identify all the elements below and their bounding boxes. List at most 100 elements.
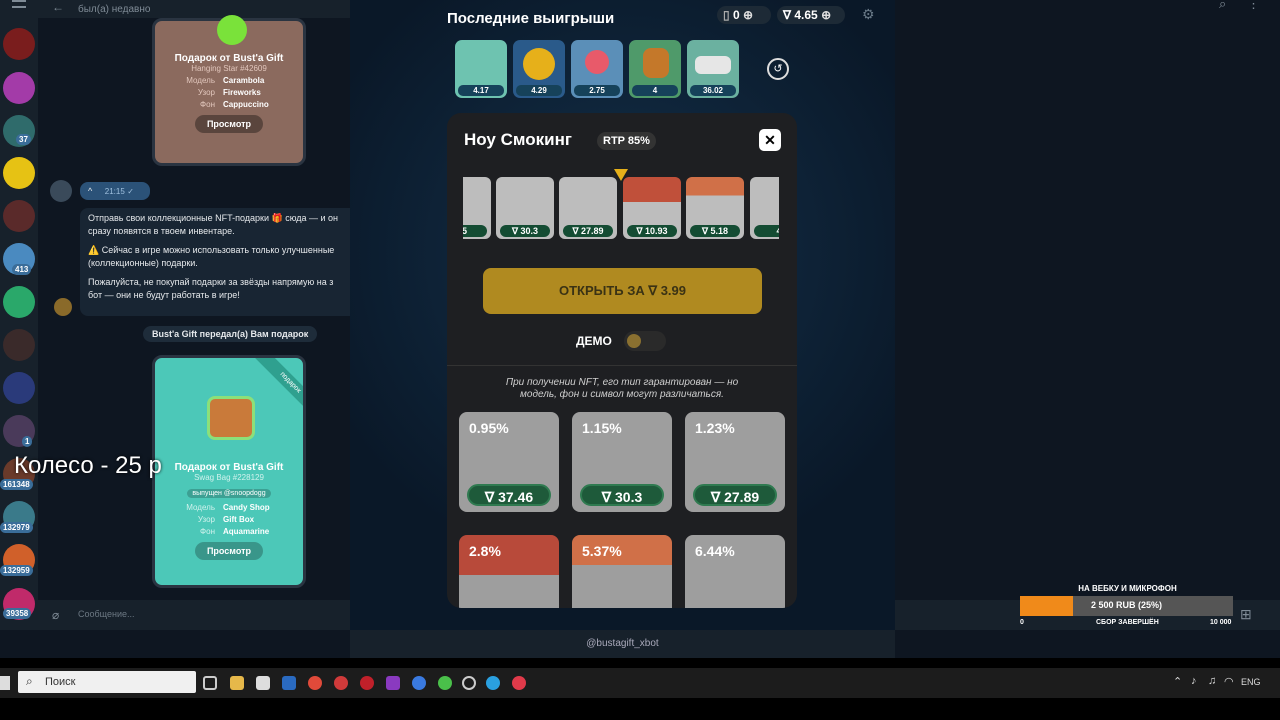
unread-badge: 132959 — [0, 565, 33, 576]
gift-title: Подарок от Bust'a Gift — [174, 53, 284, 64]
recent-win[interactable]: 4.29 — [513, 40, 565, 98]
yandex-browser-icon[interactable] — [512, 676, 526, 690]
prize-card[interactable]: 1.15% ∇ 30.3 — [572, 412, 672, 512]
dog-icon — [643, 48, 669, 78]
app-circle-icon[interactable] — [462, 676, 476, 690]
attach-icon[interactable]: ⌀ — [52, 608, 59, 622]
reel-item: 45 — [463, 177, 491, 239]
avatar-chat-8[interactable] — [3, 329, 35, 361]
windows-taskbar: ⌕ Поиск ⌃ ♪ ♫ ◠ ENG — [0, 668, 1280, 698]
unread-badge: 161348 — [0, 479, 33, 490]
lollipop-icon — [585, 50, 609, 74]
win-value: 2.75 — [574, 85, 620, 96]
gift-card: Подарок от Bust'a Gift Hanging Star #426… — [152, 15, 306, 166]
recent-win[interactable]: 36.02 — [687, 40, 739, 98]
view-gift-button[interactable]: Просмотр — [194, 115, 264, 133]
unread-badge: 37 — [16, 134, 31, 145]
message-paragraph: ⚠️ Сейчас в игре можно использовать толь… — [88, 245, 335, 268]
bot-footer: @bustagift_xbot — [350, 630, 895, 658]
case-title: Ноу Смокинг — [464, 130, 572, 149]
settings-icon[interactable]: ⚙ — [862, 6, 875, 23]
avatar-santa[interactable] — [3, 28, 35, 60]
language-indicator[interactable]: ENG — [1241, 677, 1261, 687]
gift-attr-row: Узор Gift Box — [197, 515, 255, 524]
view-gift-button[interactable]: Просмотр — [194, 542, 264, 560]
app-colorful-icon[interactable] — [438, 676, 452, 690]
win-value: 36.02 — [690, 85, 736, 96]
microphone-icon[interactable]: ♪ — [1191, 675, 1197, 687]
diamond-icon — [523, 48, 555, 80]
search-icon[interactable]: ⌕ — [1219, 0, 1226, 12]
donation-status: СБОР ЗАВЕРШЁН — [1096, 619, 1159, 626]
tray-chevron-icon[interactable]: ⌃ — [1173, 675, 1182, 688]
unread-badge: 132979 — [0, 522, 33, 533]
message-bubble-short: ^ 21:15 ✓ — [80, 182, 150, 200]
donation-amount: 2 500 RUB (25%) — [1090, 600, 1163, 610]
reel-item: ∇ 5.18 — [686, 177, 744, 239]
start-icon[interactable] — [0, 676, 10, 690]
task-view-icon[interactable] — [203, 676, 217, 690]
gift-ribbon: подарок — [253, 358, 303, 420]
prize-card[interactable]: 6.44% — [685, 535, 785, 608]
win-value: 4 — [632, 85, 678, 96]
app-icon[interactable] — [256, 676, 270, 690]
message-paragraph: Пожалуйста, не покупай подарки за звёзды… — [88, 277, 334, 300]
menu-icon[interactable] — [12, 0, 26, 8]
case-modal: Ноу Смокинг RTP 85% ✕ 45 ∇ 30.3 ∇ 27.89 … — [447, 113, 797, 608]
message-input[interactable]: Сообщение... — [78, 609, 134, 619]
avatar-chat-7[interactable] — [3, 286, 35, 318]
gift-attr-row: Фон Cappuccino — [200, 100, 269, 109]
message-paragraph: Отправь свои коллекционные NFT-подарки 🎁… — [88, 213, 339, 236]
bottom-black — [0, 698, 1280, 720]
taskbar-search[interactable]: ⌕ Поиск — [18, 671, 196, 693]
telegram-chat: 37 413 1 161348 132979 132959 39358 ← бы… — [0, 0, 350, 630]
avatar-warning[interactable] — [3, 157, 35, 189]
chrome-icon[interactable] — [308, 676, 322, 690]
yandex-icon[interactable] — [334, 676, 348, 690]
recent-win[interactable]: 4 — [629, 40, 681, 98]
reel-item: ∇ 27.89 — [559, 177, 617, 239]
prize-card[interactable]: 2.8% — [459, 535, 559, 608]
prize-card[interactable]: 5.37% — [572, 535, 672, 608]
open-case-button[interactable]: ОТКРЫТЬ ЗА ∇ 3.99 — [483, 268, 762, 314]
bot-username[interactable]: @bustagift_xbot — [586, 638, 658, 649]
donation-goal-widget: НА ВЕБКУ И МИКРОФОН 2 500 RUB (25%) 0 СБ… — [1020, 582, 1235, 630]
service-message: Bust'a Gift передал(а) Вам подарок — [143, 326, 318, 342]
read-check-icon: ✓ — [127, 187, 134, 196]
recent-win[interactable]: 4.17 — [455, 40, 507, 98]
gift-attr-row: Фон Aquamarine — [200, 527, 270, 536]
unread-badge: 413 — [12, 264, 32, 275]
more-icon[interactable]: ⋮ — [1247, 0, 1260, 12]
search-placeholder: Поиск — [45, 676, 76, 688]
chat-status: был(а) недавно — [78, 4, 151, 15]
prize-card[interactable]: 1.23% ∇ 27.89 — [685, 412, 785, 512]
volume-icon[interactable]: ♫ — [1208, 675, 1216, 687]
gift-image — [217, 15, 247, 45]
back-arrow-icon[interactable]: ← — [52, 0, 64, 14]
demo-toggle[interactable] — [624, 331, 666, 351]
plus-icon[interactable]: ⊕ — [821, 8, 831, 22]
close-button[interactable]: ✕ — [759, 129, 781, 151]
opera-icon[interactable] — [360, 676, 374, 690]
message-time: 21:15 — [104, 187, 125, 196]
telegram-icon[interactable] — [486, 676, 500, 690]
vk-icon[interactable] — [412, 676, 426, 690]
gift-card: подарок Подарок от Bust'a Gift Swag Bag … — [152, 355, 306, 588]
gift-attr-row: Модель Carambola — [186, 76, 265, 85]
outlook-icon[interactable] — [282, 676, 296, 690]
avatar-pink[interactable] — [3, 72, 35, 104]
unread-badge: 39358 — [3, 608, 32, 619]
avatar-chat-9[interactable] — [3, 372, 35, 404]
recent-win[interactable]: 2.75 — [571, 40, 623, 98]
avatar-chat-5[interactable] — [3, 200, 35, 232]
gift-icon[interactable]: ⊞ — [1240, 606, 1252, 623]
app-p-icon[interactable] — [386, 676, 400, 690]
network-icon[interactable]: ◠ — [1224, 675, 1234, 688]
gift-attr-row: Узор Fireworks — [197, 88, 261, 97]
explorer-icon[interactable] — [230, 676, 244, 690]
gift-subtitle: Hanging Star #42609 — [191, 64, 267, 73]
chat-header: ← был(а) недавно — [38, 0, 350, 18]
history-icon[interactable]: ↺ — [767, 58, 789, 80]
gift-subtitle: Swag Bag #228129 — [194, 473, 264, 482]
prize-card[interactable]: 0.95% ∇ 37.46 — [459, 412, 559, 512]
